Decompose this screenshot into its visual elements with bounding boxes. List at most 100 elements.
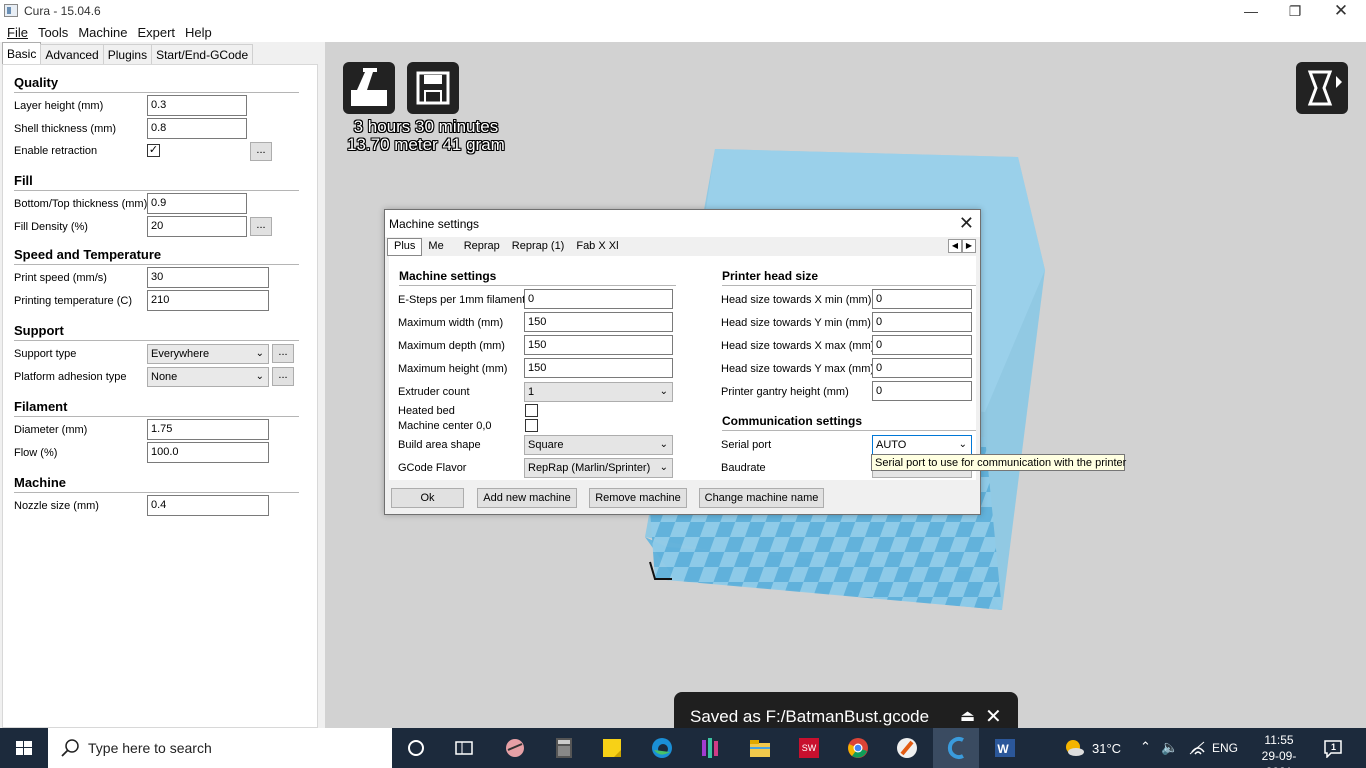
tab-plugins[interactable]: Plugins [102, 44, 153, 64]
menu-tools[interactable]: Tools [33, 22, 73, 42]
divider [14, 190, 299, 191]
retraction-more-button[interactable]: ... [250, 142, 272, 161]
view-mode-icon [1307, 70, 1342, 106]
menu-bar: File Tools Machine Expert Help [0, 22, 1366, 42]
section-printer-head-size: Printer head size [722, 269, 819, 283]
support-more-button[interactable]: ... [272, 344, 294, 363]
head-ymin-input[interactable]: 0 [872, 312, 972, 332]
close-button[interactable]: ✕ [1318, 0, 1364, 22]
ok-button[interactable]: Ok [391, 488, 464, 508]
save-gcode-button[interactable] [407, 62, 459, 114]
shell-thickness-input[interactable]: 0.8 [147, 118, 247, 139]
divider [14, 416, 299, 417]
layer-height-input[interactable]: 0.3 [147, 95, 247, 116]
show-hidden-icons-icon[interactable]: ⌃ [1140, 739, 1151, 768]
tab-machine-me[interactable]: Me [422, 238, 449, 256]
tab-scroll-right-icon[interactable]: ▶ [962, 239, 976, 253]
head-ymax-label: Head size towards Y max (mm) [721, 363, 875, 375]
build-area-shape-select[interactable]: Square ⌄ [524, 435, 673, 455]
chevron-down-icon: ⌄ [255, 348, 264, 359]
fill-density-input[interactable]: 20 [147, 216, 247, 237]
app-orange-icon[interactable] [895, 736, 919, 760]
eject-icon[interactable]: ⏏ [960, 706, 975, 726]
gcode-flavor-select[interactable]: RepRap (Marlin/Sprinter) ⌄ [524, 458, 673, 478]
head-ymax-input[interactable]: 0 [872, 358, 972, 378]
change-machine-name-button[interactable]: Change machine name [699, 488, 824, 508]
gantry-height-input[interactable]: 0 [872, 381, 972, 401]
start-button[interactable] [0, 728, 48, 768]
head-xmax-input[interactable]: 0 [872, 335, 972, 355]
language-indicator[interactable]: ENG [1212, 741, 1238, 768]
notification-center[interactable]: 1 [1322, 738, 1344, 759]
extruder-count-select[interactable]: 1 ⌄ [524, 382, 673, 402]
diameter-label: Diameter (mm) [14, 424, 88, 436]
weather-icon[interactable] [1062, 736, 1086, 760]
settings-panel: Basic Advanced Plugins Start/End-GCode Q… [0, 42, 325, 728]
fill-more-button[interactable]: ... [250, 217, 272, 236]
task-view-icon[interactable] [452, 736, 476, 760]
tab-advanced[interactable]: Advanced [40, 44, 104, 64]
platform-adhesion-select[interactable]: None ⌄ [147, 367, 269, 387]
support-type-select[interactable]: Everywhere ⌄ [147, 344, 269, 364]
machine-center-checkbox[interactable] [525, 419, 538, 432]
tab-basic[interactable]: Basic [2, 42, 42, 64]
remove-machine-button[interactable]: Remove machine [589, 488, 687, 508]
clock[interactable]: 11:55 29-09-2021 [1253, 732, 1305, 768]
print-speed-input[interactable]: 30 [147, 267, 269, 288]
menu-expert[interactable]: Expert [132, 22, 180, 42]
max-depth-label: Maximum depth (mm) [398, 340, 505, 352]
minimize-button[interactable]: — [1228, 0, 1274, 22]
cortana-icon[interactable] [404, 736, 428, 760]
tab-machine-plus[interactable]: Plus [387, 238, 423, 256]
nozzle-size-input[interactable]: 0.4 [147, 495, 269, 516]
app-bars-icon[interactable] [699, 736, 723, 760]
restore-button[interactable]: ❐ [1272, 0, 1318, 22]
diameter-input[interactable]: 1.75 [147, 419, 269, 440]
head-xmin-label: Head size towards X min (mm) [721, 294, 872, 306]
solidworks-icon[interactable]: SW [797, 736, 821, 760]
view-mode-button[interactable] [1296, 62, 1348, 114]
print-time: 3 hours 30 minutes [353, 117, 499, 136]
build-area-shape-label: Build area shape [398, 439, 481, 451]
section-machine-settings: Machine settings [399, 269, 497, 283]
fill-density-label: Fill Density (%) [14, 221, 88, 233]
cura-taskbar-active[interactable] [933, 728, 979, 768]
tab-start-end-gcode[interactable]: Start/End-GCode [151, 44, 254, 64]
load-model-button[interactable] [343, 62, 395, 114]
tab-machine-fab-x-xl[interactable]: Fab X Xl [570, 238, 624, 256]
word-icon[interactable]: W [993, 736, 1017, 760]
taskbar-search[interactable]: Type here to search [48, 728, 392, 768]
wifi-icon[interactable] [1186, 736, 1210, 760]
dialog-close-icon[interactable]: ✕ [959, 213, 974, 234]
chrome-icon[interactable] [846, 736, 870, 760]
adhesion-more-button[interactable]: ... [272, 367, 294, 386]
printing-temperature-input[interactable]: 210 [147, 290, 269, 311]
enable-retraction-checkbox[interactable]: ✓ [147, 144, 160, 157]
max-width-input[interactable]: 150 [524, 312, 673, 332]
menu-machine[interactable]: Machine [73, 22, 132, 42]
close-notification-icon[interactable]: ✕ [985, 704, 1002, 729]
flow-input[interactable]: 100.0 [147, 442, 269, 463]
max-height-input[interactable]: 150 [524, 358, 673, 378]
sticky-notes-icon[interactable] [600, 736, 624, 760]
volume-icon[interactable]: 🔈 [1161, 739, 1178, 768]
head-xmin-input[interactable]: 0 [872, 289, 972, 309]
snip-sketch-icon[interactable] [503, 736, 527, 760]
file-explorer-icon[interactable] [748, 736, 772, 760]
calculator-icon[interactable] [552, 736, 576, 760]
tab-machine-reprap-1[interactable]: Reprap (1) [506, 238, 571, 256]
menu-help[interactable]: Help [180, 22, 217, 42]
edge-icon[interactable] [650, 736, 674, 760]
bottom-top-thickness-input[interactable]: 0.9 [147, 193, 247, 214]
add-new-machine-button[interactable]: Add new machine [477, 488, 577, 508]
esteps-input[interactable]: 0 [524, 289, 673, 309]
heated-bed-checkbox[interactable] [525, 404, 538, 417]
max-depth-input[interactable]: 150 [524, 335, 673, 355]
section-filament: Filament [14, 399, 68, 414]
title-bar: Cura - 15.04.6 — ❐ ✕ [0, 0, 1366, 22]
tab-machine-reprap[interactable]: Reprap [458, 238, 506, 256]
serial-port-select[interactable]: AUTO ⌄ [872, 435, 972, 455]
gcode-flavor-label: GCode Flavor [398, 462, 467, 474]
tab-scroll-left-icon[interactable]: ◀ [948, 239, 962, 253]
menu-file[interactable]: File [2, 22, 33, 42]
